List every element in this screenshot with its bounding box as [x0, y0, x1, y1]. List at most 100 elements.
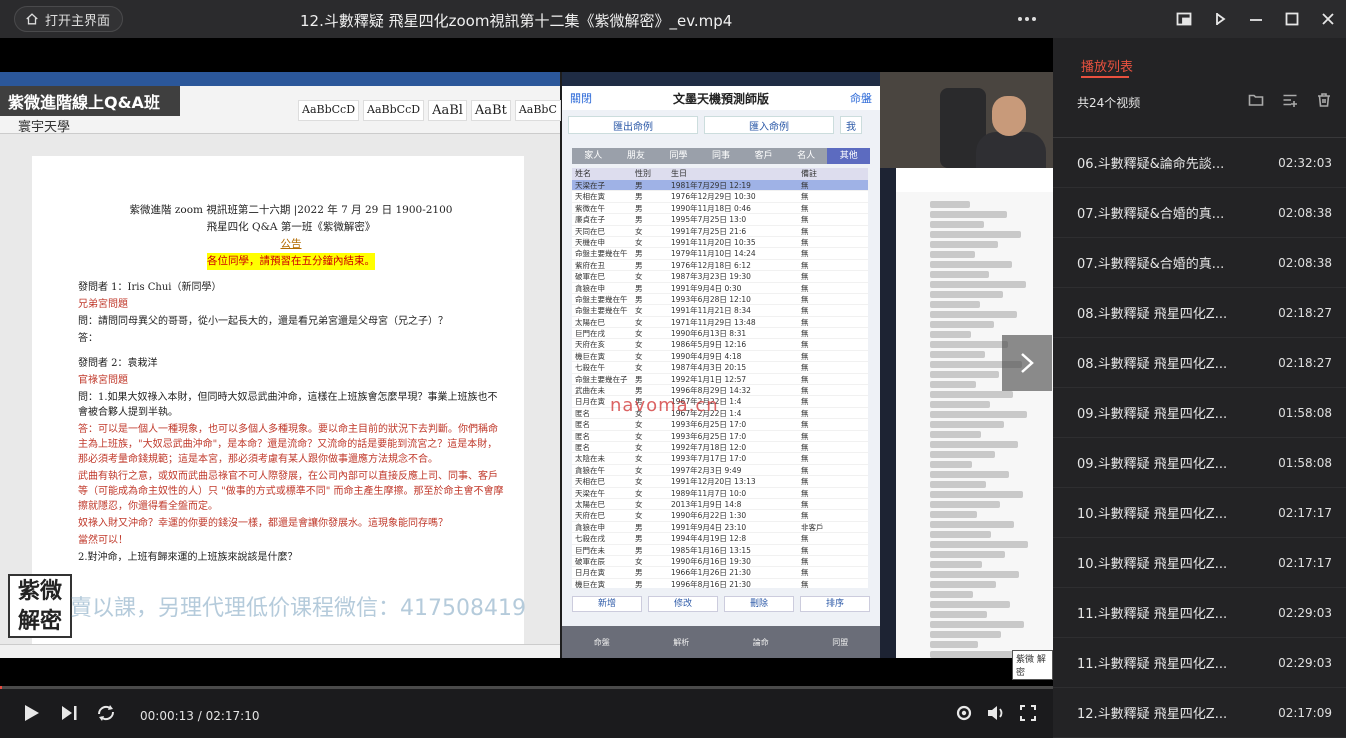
- table-row: 太陰在未 女 1993年7月17日 17:0 無: [572, 453, 868, 465]
- pin-on-top-button[interactable]: [1202, 0, 1238, 38]
- table-cell: 1992年1月1日 12:57: [671, 374, 747, 384]
- maximize-icon: [1285, 12, 1299, 26]
- playlist-item-title: 06.斗數釋疑&論命先談...: [1077, 157, 1225, 172]
- player-controls: 00:00:13 / 02:17:10: [0, 689, 1053, 737]
- table-cell: 女: [635, 420, 643, 430]
- playlist-item-title: 10.斗數釋疑 飛星四化Z...: [1077, 557, 1228, 572]
- add-folder-icon[interactable]: [1282, 92, 1298, 108]
- close-icon: [1322, 13, 1334, 25]
- playlist-item[interactable]: 10.斗數釋疑 飛星四化Z... 02:17:17: [1053, 538, 1346, 588]
- next-button[interactable]: [56, 689, 82, 737]
- table-cell: 男: [635, 181, 643, 190]
- table-cell: 無: [801, 545, 809, 555]
- table-row: 天梁在午 女 1989年11月7日 10:0 無: [572, 488, 868, 499]
- table-cell: 紫微在午: [575, 203, 605, 213]
- app-nav-item: 命盤: [593, 637, 610, 647]
- more-options-icon[interactable]: [1014, 8, 1040, 30]
- playlist-item[interactable]: 08.斗數釋疑 飛星四化Z... 02:18:27: [1053, 338, 1346, 388]
- playlist-item-duration: 01:58:08: [1278, 405, 1332, 420]
- playlist-item[interactable]: 11.斗數釋疑 飛星四化Z... 02:29:03: [1053, 638, 1346, 688]
- maximize-button[interactable]: [1274, 0, 1310, 38]
- playlist-item[interactable]: 08.斗數釋疑 飛星四化Z... 02:18:27: [1053, 288, 1346, 338]
- table-row: 貪狼在申 男 1991年9月4日 23:10 非客戶: [572, 522, 868, 534]
- table-row: 命盤主要幾在子男 1992年1月1日 12:57 無: [572, 374, 868, 386]
- video-title: 12.斗數釋疑 飛星四化zoom視訊第十二集《紫微解密》_ev.mp4: [300, 12, 733, 30]
- playlist-item[interactable]: 09.斗數釋疑 飛星四化Z... 01:58:08: [1053, 388, 1346, 438]
- settings-button[interactable]: [952, 689, 976, 737]
- table-cell: 無: [801, 499, 809, 509]
- table-cell: 1991年9月4日 23:10: [671, 522, 747, 532]
- table-cell: 巨門在未: [575, 545, 605, 555]
- word-title-strip: [0, 72, 560, 86]
- table-cell: 男: [635, 294, 643, 304]
- table-cell: 無: [801, 351, 809, 361]
- chat-line: [930, 501, 1000, 508]
- table-row: 天機在申 女 1991年11月20日 10:35 無: [572, 237, 868, 249]
- chat-line: [930, 211, 1007, 218]
- doc-q2-question: 問：1.如果大奴祿入本財，但同時大奴忌武曲沖命，這樣在上班族會怎麼早現？事業上班…: [78, 392, 498, 418]
- table-cell: 無: [801, 477, 809, 487]
- playlist-item[interactable]: 07.斗數釋疑&合婚的真... 02:08:38: [1053, 238, 1346, 288]
- folder-icon[interactable]: [1248, 92, 1264, 108]
- table-cell: 無: [801, 363, 809, 373]
- app-title: 文墨天機預測師版: [672, 91, 769, 106]
- table-row: 機巨在寅 男 1996年8月16日 21:30 無: [572, 579, 868, 588]
- chat-line: [930, 561, 982, 568]
- chevron-right-icon: [1021, 353, 1034, 373]
- home-icon: [26, 13, 38, 25]
- playlist-item[interactable]: 11.斗數釋疑 飛星四化Z... 02:29:03: [1053, 588, 1346, 638]
- playlist-item[interactable]: 09.斗數釋疑 飛星四化Z... 01:58:08: [1053, 438, 1346, 488]
- table-cell: 女: [635, 329, 643, 339]
- playlist-item-title: 08.斗數釋疑 飛星四化Z...: [1077, 357, 1228, 372]
- me-button: 我: [840, 116, 862, 134]
- table-cell: 無: [801, 317, 809, 327]
- table-cell: 七殺在戌: [575, 534, 605, 544]
- table-row: 紫微在午 男 1990年11月18日 0:46 無: [572, 203, 868, 215]
- playlist-item[interactable]: 06.斗數釋疑&論命先談... 02:32:03: [1053, 138, 1346, 188]
- playlist-tab[interactable]: 播放列表: [1081, 56, 1133, 75]
- volume-button[interactable]: [984, 689, 1008, 737]
- table-cell: 非客戶: [801, 522, 824, 532]
- table-row: 匿名 女 1993年6月25日 17:0 無: [572, 431, 868, 442]
- chat-line: [930, 221, 984, 228]
- doc-q2-answer: 答：可以是一個人一種現象，也可以多個人多種現象。要以命主目前的狀況下去判斷。你們…: [78, 424, 498, 465]
- table-cell: 無: [801, 260, 809, 270]
- minimize-button[interactable]: [1238, 0, 1274, 38]
- table-cell: 1991年11月21日 8:34: [671, 306, 751, 316]
- category-tab: 家人: [584, 151, 603, 161]
- video-viewport[interactable]: AaBbCcD AaBbCcD AaBl AaBt AaBbC 紫微進階線上Q&A班 寰…: [0, 38, 1053, 688]
- playlist-item[interactable]: 07.斗數釋疑&合婚的真... 02:08:38: [1053, 188, 1346, 238]
- chat-line: [930, 351, 985, 358]
- app-nav-item: 解析: [673, 637, 690, 647]
- total-time: 02:17:10: [205, 709, 260, 723]
- case-table-header: 姓名 性別 生日 備註: [572, 168, 868, 180]
- close-button[interactable]: [1310, 0, 1346, 38]
- open-main-window-label: 打开主界面: [45, 13, 111, 29]
- play-button[interactable]: [16, 689, 46, 737]
- table-cell: 日月在寅: [575, 568, 605, 578]
- mini-mode-button[interactable]: [1166, 0, 1202, 38]
- current-time: 00:00:13: [140, 709, 194, 723]
- table-cell: 無: [801, 386, 809, 396]
- table-cell: 無: [801, 215, 809, 225]
- mini-player-icon: [1176, 12, 1192, 26]
- chat-line: [930, 601, 1010, 608]
- table-cell: 無: [801, 431, 809, 441]
- table-row: 匿名 女 1993年6月25日 17:0 無: [572, 419, 868, 431]
- table-cell: 1987年3月23日 19:30: [671, 272, 751, 282]
- category-tab: 同學: [669, 151, 688, 161]
- chat-line: [930, 201, 970, 208]
- chat-line: [930, 321, 994, 328]
- next-video-button[interactable]: [1002, 335, 1052, 391]
- playlist-item[interactable]: 12.斗數釋疑 飛星四化Z... 02:17:09: [1053, 688, 1346, 738]
- trash-icon[interactable]: [1316, 92, 1332, 108]
- table-row: 巨門在未 男 1985年1月16日 13:15 無: [572, 545, 868, 556]
- fullscreen-button[interactable]: [1016, 689, 1040, 737]
- edit-button: 修改: [648, 596, 718, 612]
- playlist-item[interactable]: 10.斗數釋疑 飛星四化Z... 02:17:17: [1053, 488, 1346, 538]
- table-row: 命盤主要幾在午男 1993年6月28日 12:10 無: [572, 294, 868, 306]
- table-cell: 無: [801, 465, 809, 475]
- loop-mode-button[interactable]: [92, 689, 120, 737]
- table-cell: 武曲在未: [575, 386, 605, 396]
- open-main-window-button[interactable]: 打开主界面: [14, 6, 124, 32]
